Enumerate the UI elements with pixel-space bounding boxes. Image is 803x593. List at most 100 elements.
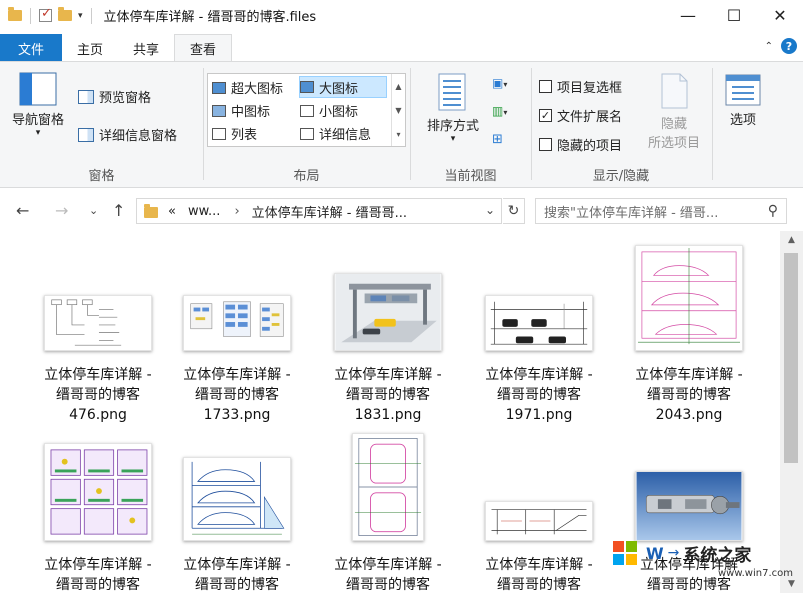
ribbon: 导航窗格 ▾ 预览窗格 详细信息窗格 窗格 超大图标 大图标 中图标 小图标 列… xyxy=(0,61,803,188)
hide-selected-icon xyxy=(661,73,688,109)
image-thumbnail xyxy=(485,501,593,541)
quick-access-toolbar: ▾ xyxy=(0,0,94,31)
file-name-line: 缙哥哥的博客 xyxy=(647,387,731,403)
close-button[interactable]: ✕ xyxy=(757,0,803,31)
search-placeholder: 搜索"立体停车库详解 - 缙哥... xyxy=(544,205,719,221)
group-label-show-hide: 显示/隐藏 xyxy=(592,169,650,184)
window-title: 立体停车库详解 - 缙哥哥的博客.files xyxy=(103,10,317,25)
image-thumbnail xyxy=(334,273,442,351)
group-by-icon[interactable]: ▣▾ xyxy=(492,76,507,90)
tab-view[interactable]: 查看 xyxy=(174,34,233,62)
add-columns-icon[interactable]: ▥▾ xyxy=(492,104,507,118)
help-icon[interactable]: ? xyxy=(781,38,797,54)
file-name-line: 缙哥哥的博客 xyxy=(346,387,430,403)
tab-file[interactable]: 文件 xyxy=(0,34,63,62)
maximize-button[interactable]: ☐ xyxy=(711,0,757,31)
image-thumbnail xyxy=(485,295,593,351)
vertical-scrollbar[interactable]: ▲ ▼ xyxy=(780,231,803,593)
chevron-up-icon[interactable]: ⌃ xyxy=(765,41,773,52)
search-icon[interactable]: ⚲ xyxy=(768,203,778,219)
watermark-mark: W xyxy=(646,543,664,563)
breadcrumb-item[interactable]: ww... xyxy=(188,204,220,219)
image-thumbnail xyxy=(635,245,743,351)
item-checkboxes-checkbox[interactable] xyxy=(539,80,552,93)
properties-icon[interactable] xyxy=(39,6,52,22)
file-name-line: 立体停车库详解 - xyxy=(183,557,291,573)
details-pane-button[interactable]: 详细信息窗格 xyxy=(78,125,177,144)
hidden-items-checkbox[interactable] xyxy=(539,138,552,151)
show-hide-group: 项目复选框 ✓ 文件扩展名 隐藏的项目 隐藏 所选项目 显示/隐藏 xyxy=(531,62,711,188)
folder-icon xyxy=(144,203,158,218)
file-extensions-checkbox[interactable]: ✓ xyxy=(539,109,552,122)
file-name-line: 缙哥哥的博客 xyxy=(195,577,279,593)
window-controls: — ☐ ✕ xyxy=(665,0,803,31)
preview-pane-icon xyxy=(78,89,94,104)
tab-share[interactable]: 共享 xyxy=(118,34,174,62)
preview-pane-button[interactable]: 预览窗格 xyxy=(78,87,151,106)
item-checkboxes-label: 项目复选框 xyxy=(557,81,623,96)
file-name-line: 缙哥哥的博客 xyxy=(56,577,140,593)
sort-by-label: 排序方式 xyxy=(426,119,479,134)
panes-group: 导航窗格 ▾ 预览窗格 详细信息窗格 窗格 xyxy=(0,62,203,188)
recent-locations-icon[interactable]: ⌄ xyxy=(89,204,98,217)
windows-logo-icon xyxy=(613,541,637,565)
details-pane-label: 详细信息窗格 xyxy=(99,129,178,144)
options-icon xyxy=(725,74,761,106)
navigation-pane-icon xyxy=(19,72,57,106)
back-arrow-icon[interactable]: ← xyxy=(16,201,29,220)
customize-toolbar-icon[interactable]: ▾ xyxy=(78,11,83,21)
group-label-panes: 窗格 xyxy=(88,169,115,184)
image-thumbnail xyxy=(183,457,291,541)
folder-icon xyxy=(8,7,22,21)
file-name-line: 立体停车库详解 - xyxy=(44,367,152,383)
item-checkboxes-toggle[interactable]: 项目复选框 xyxy=(539,77,622,96)
chevron-down-icon: ▾ xyxy=(35,128,41,138)
file-name-line: 缙哥哥的博客 xyxy=(195,387,279,403)
divider xyxy=(712,68,713,180)
forward-arrow-icon[interactable]: → xyxy=(55,201,68,220)
image-thumbnail xyxy=(44,295,152,351)
new-folder-icon[interactable] xyxy=(58,7,72,21)
preview-pane-label: 预览窗格 xyxy=(99,91,152,106)
current-view-group: 排序方式 ▾ ▣▾ ▥▾ ⊞ 当前视图 xyxy=(410,62,531,188)
file-name-line: 立体停车库详解 - xyxy=(44,557,152,573)
group-label-current-view: 当前视图 xyxy=(444,169,497,184)
address-bar[interactable]: « ww... › 立体停车库详解 - 缙哥哥... ⌄ xyxy=(136,198,502,224)
file-name-line: 立体停车库详解 - xyxy=(334,367,442,383)
divider xyxy=(90,7,92,24)
ribbon-tabs: 文件 主页 共享 查看 ⌃ ? xyxy=(0,34,803,62)
watermark-mark: → xyxy=(667,545,680,561)
up-arrow-icon[interactable]: ↑ xyxy=(112,201,125,220)
file-list: 立体停车库详解 - 缙哥哥的博客 476.png 立体停车库详解 - 缙哥哥的博… xyxy=(0,231,780,593)
tab-home[interactable]: 主页 xyxy=(62,34,118,62)
scroll-up-icon[interactable]: ▲ xyxy=(780,235,803,245)
minimize-button[interactable]: — xyxy=(665,0,711,31)
chevron-down-icon[interactable]: ⌄ xyxy=(485,203,495,217)
breadcrumb-item[interactable]: 立体停车库详解 - 缙哥哥... xyxy=(252,202,407,221)
chevron-right-icon[interactable]: › xyxy=(234,204,239,219)
file-name-line: 立体停车库详解 - xyxy=(334,557,442,573)
file-name-line: 立体停车库详解 - xyxy=(485,367,593,383)
scrollbar-thumb[interactable] xyxy=(784,253,798,463)
file-name-line: 立体停车库详解 - xyxy=(183,367,291,383)
refresh-icon[interactable]: ↻ xyxy=(503,198,525,224)
title-bar: ▾ 立体停车库详解 - 缙哥哥的博客.files — ☐ ✕ xyxy=(0,0,803,31)
sort-icon xyxy=(438,73,466,111)
sort-by-button[interactable]: 排序方式 ▾ xyxy=(420,72,486,144)
file-extensions-toggle[interactable]: ✓ 文件扩展名 xyxy=(539,106,622,125)
scroll-down-icon[interactable]: ▼ xyxy=(780,579,803,589)
options-label: 选项 xyxy=(729,113,756,128)
image-thumbnail xyxy=(44,443,152,541)
breadcrumb-overflow[interactable]: « xyxy=(168,204,176,219)
size-columns-icon[interactable]: ⊞ xyxy=(492,132,503,147)
hide-selected-button[interactable]: 隐藏 所选项目 xyxy=(639,72,709,151)
nav-pane-button[interactable]: 导航窗格 ▾ xyxy=(11,72,65,138)
file-name-line: 立体停车库详解 - xyxy=(635,367,743,383)
image-thumbnail xyxy=(635,471,743,541)
hidden-items-toggle[interactable]: 隐藏的项目 xyxy=(539,135,622,154)
file-name-line: 缙哥哥的博客 xyxy=(346,577,430,593)
search-input[interactable]: 搜索"立体停车库详解 - 缙哥... ⚲ xyxy=(535,198,787,224)
divider xyxy=(30,7,31,24)
layout-group: 布局 xyxy=(203,62,410,188)
options-button[interactable]: 选项 xyxy=(720,74,766,128)
